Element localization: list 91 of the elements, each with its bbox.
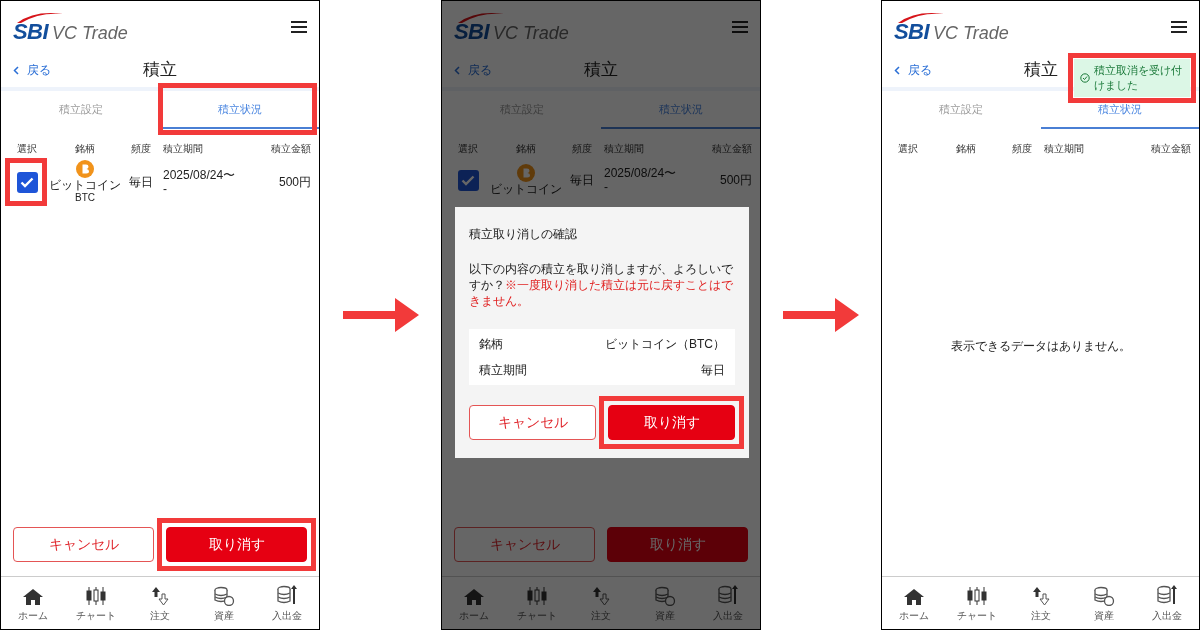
coins-icon — [653, 585, 676, 606]
back-link[interactable]: 戻る — [13, 61, 51, 79]
column-header: 積立期間 — [162, 142, 204, 156]
column-header: 頻度 — [130, 142, 152, 156]
confirm-button[interactable]: 取り消す — [166, 527, 307, 562]
coin-stack-arrow-icon — [1156, 583, 1179, 606]
coins-icon — [212, 585, 235, 606]
checkmark-icon — [20, 176, 34, 188]
table-cell-text: 毎日 — [128, 174, 154, 191]
detail-label: 積立期間 — [479, 362, 527, 379]
nav-tab[interactable]: 入出金 — [696, 583, 760, 623]
home-icon — [902, 587, 925, 606]
nav-tab[interactable]: 資産 — [1072, 583, 1136, 623]
table-cell-text: 2025/08/24〜 — [604, 166, 678, 180]
nav-tab[interactable]: チャート — [945, 583, 1009, 623]
coin-stack-arrow-icon — [717, 583, 740, 606]
checkbox[interactable] — [457, 169, 479, 191]
back-chevron-icon — [894, 65, 900, 75]
table-cell-text: 500円 — [718, 172, 752, 189]
tab[interactable]: 積立状況 — [160, 91, 319, 129]
table-cell-text: 2025/08/24〜 — [163, 168, 237, 182]
bitcoin-icon — [517, 164, 535, 182]
logo: SBI VC Trade — [894, 6, 1009, 48]
table-cell-text: 500円 — [277, 174, 311, 191]
nav-tab[interactable]: 入出金 — [1135, 583, 1200, 623]
checkmark-icon — [461, 174, 475, 186]
menu-icon[interactable] — [1171, 21, 1187, 33]
coin-name: ビットコイン — [490, 182, 562, 196]
column-header: 積立金額 — [711, 142, 752, 156]
nav-tab[interactable]: ホーム — [882, 583, 946, 623]
logo: SBI VC Trade — [13, 6, 128, 48]
page-title: 積立 — [1023, 59, 1058, 82]
column-header: 積立期間 — [1043, 142, 1085, 156]
up-down-arrows-icon — [1031, 585, 1050, 606]
back-link[interactable]: 戻る — [454, 61, 492, 79]
column-header: 選択 — [16, 142, 38, 156]
detail-label: 銘柄 — [479, 336, 503, 353]
column-header: 頻度 — [1011, 142, 1033, 156]
confirm-button[interactable]: 取り消す — [608, 405, 735, 440]
logo: SBI VC Trade — [454, 6, 569, 48]
nav-tab[interactable]: 注文 — [569, 583, 633, 623]
home-icon — [462, 587, 485, 606]
table-cell-text: - — [604, 180, 609, 194]
detail-value: ビットコイン（BTC） — [605, 336, 725, 353]
column-header: 頻度 — [571, 142, 593, 156]
table-cell-text: 毎日 — [569, 172, 595, 189]
column-header: 選択 — [457, 142, 479, 156]
column-header: 銘柄 — [955, 142, 977, 156]
menu-icon[interactable] — [291, 21, 307, 33]
column-header: 積立金額 — [270, 142, 311, 156]
dialog-title: 積立取り消しの確認 — [469, 226, 578, 243]
dialog-message: 以下の内容の積立を取り消しますが、よろしいですか？※一度取り消した積立は元に戻すことはできません。 — [469, 261, 734, 309]
nav-tab[interactable]: 入出金 — [255, 583, 319, 623]
nav-tab[interactable]: 注文 — [128, 583, 192, 623]
back-chevron-icon — [13, 65, 19, 75]
page-title: 積立 — [584, 59, 618, 82]
candlestick-icon — [85, 585, 108, 606]
back-chevron-icon — [454, 65, 460, 75]
bitcoin-icon — [76, 160, 94, 178]
nav-tab[interactable]: 注文 — [1008, 583, 1073, 623]
column-header: 積立金額 — [1150, 142, 1191, 156]
column-header: 銘柄 — [515, 142, 537, 156]
confirm-button[interactable]: 取り消す — [607, 527, 748, 562]
up-down-arrows-icon — [151, 585, 169, 606]
coin-name: ビットコイン — [49, 178, 121, 192]
tab[interactable]: 積立設定 — [882, 91, 1041, 129]
check-circle-icon — [1080, 73, 1090, 83]
empty-message: 表示できるデータはありません。 — [950, 338, 1131, 355]
nav-tab[interactable]: ホーム — [1, 583, 65, 623]
cancel-button[interactable]: キャンセル — [454, 527, 595, 562]
cancel-button[interactable]: キャンセル — [13, 527, 154, 562]
tab[interactable]: 積立設定 — [1, 91, 160, 129]
back-link[interactable]: 戻る — [894, 61, 932, 79]
nav-tab[interactable]: 資産 — [191, 583, 256, 623]
coin-symbol: BTC — [75, 192, 95, 204]
coins-icon — [1092, 585, 1115, 606]
candlestick-icon — [526, 585, 549, 606]
success-toast: 積立取消を受け付けました — [1074, 59, 1190, 97]
column-header: 銘柄 — [74, 142, 96, 156]
table-cell-text: - — [163, 182, 168, 196]
up-down-arrows-icon — [592, 585, 610, 606]
detail-value: 毎日 — [701, 362, 725, 379]
page-title: 積立 — [143, 59, 177, 82]
candlestick-icon — [966, 585, 989, 606]
nav-tab[interactable]: チャート — [64, 583, 129, 623]
cancel-button[interactable]: キャンセル — [469, 405, 596, 440]
column-header: 選択 — [897, 142, 919, 156]
coin-stack-arrow-icon — [276, 583, 299, 606]
checkbox[interactable] — [16, 171, 38, 193]
column-header: 積立期間 — [603, 142, 645, 156]
home-icon — [21, 587, 44, 606]
